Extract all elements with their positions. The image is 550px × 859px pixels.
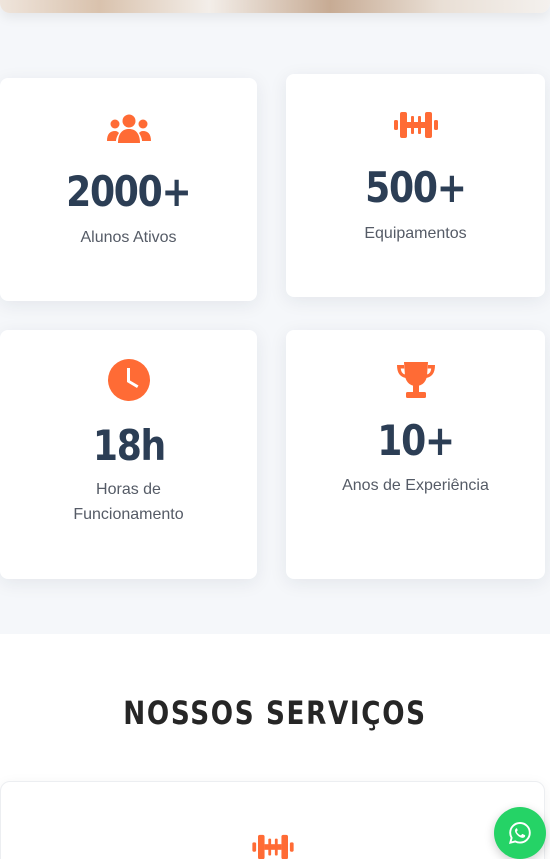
whatsapp-icon: [508, 822, 531, 845]
stat-value: 500+: [365, 163, 467, 212]
clock-icon: [107, 359, 150, 401]
whatsapp-button[interactable]: [494, 807, 546, 859]
service-card[interactable]: [0, 781, 545, 859]
stat-card-experience: 10+ Anos de Experiência: [286, 330, 545, 579]
dumbbell-icon: [393, 112, 438, 138]
stat-label: Alunos Ativos: [80, 229, 177, 246]
section-title: NOSSOS SERVIÇOS: [123, 694, 427, 732]
dumbbell-icon: [252, 834, 294, 859]
stat-label-line2: Funcionamento: [73, 506, 184, 523]
hero-image-bottom: [0, 0, 550, 13]
stat-value: 2000+: [66, 167, 192, 216]
stats-section: 2000+ Alunos Ativos 500+ Equipamentos 18…: [0, 0, 550, 634]
services-section: NOSSOS SERVIÇOS: [0, 634, 550, 859]
stat-value: 18h: [92, 421, 165, 470]
stat-label: Anos de Experiência: [342, 477, 489, 494]
stat-card-equipment: 500+ Equipamentos: [286, 74, 545, 297]
stat-card-hours: 18h Horas de Funcionamento: [0, 330, 257, 579]
stat-label-line1: Horas de: [96, 481, 161, 498]
stat-card-students: 2000+ Alunos Ativos: [0, 78, 257, 301]
trophy-icon: [396, 362, 435, 398]
users-icon: [106, 114, 151, 143]
stat-value: 10+: [377, 416, 455, 465]
stat-label: Equipamentos: [364, 225, 467, 242]
